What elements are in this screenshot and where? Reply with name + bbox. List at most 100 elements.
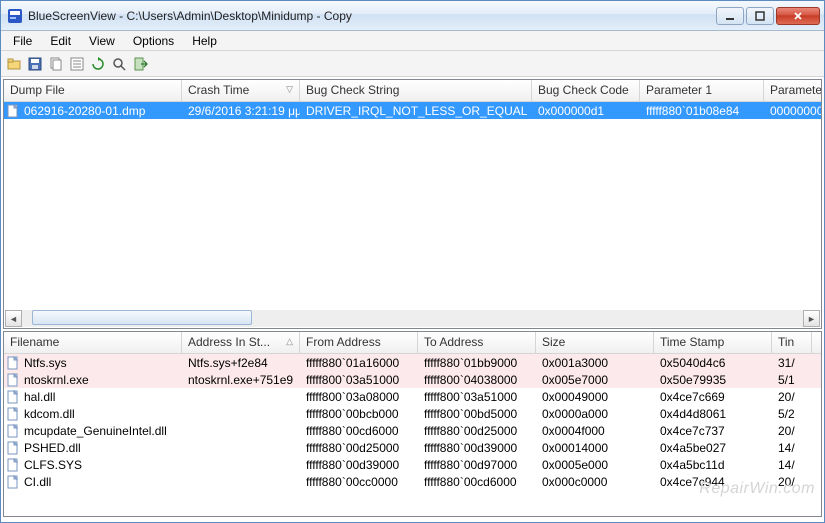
table-row[interactable]: Ntfs.sysNtfs.sys+f2e84fffff880`01a16000f… bbox=[4, 354, 821, 371]
cell: fffff880`00d25000 bbox=[418, 424, 536, 438]
cell: 0x00014000 bbox=[536, 441, 654, 455]
column-header[interactable]: Filename bbox=[4, 332, 182, 353]
cell: 062916-20280-01.dmp bbox=[4, 104, 182, 118]
maximize-button[interactable] bbox=[746, 7, 774, 25]
cell: fffff880`00d97000 bbox=[418, 458, 536, 472]
file-icon bbox=[6, 475, 20, 489]
file-icon bbox=[6, 458, 20, 472]
menu-edit[interactable]: Edit bbox=[42, 32, 79, 50]
cell: 20/ bbox=[772, 424, 812, 438]
cell: fffff880`01a16000 bbox=[300, 356, 418, 370]
column-header[interactable]: Parameter 2 bbox=[764, 80, 822, 101]
menubar: File Edit View Options Help bbox=[1, 31, 824, 51]
close-button[interactable] bbox=[776, 7, 820, 25]
table-row[interactable]: 062916-20280-01.dmp29/6/2016 3:21:19 μμD… bbox=[4, 102, 821, 119]
cell: 5/1 bbox=[772, 373, 812, 387]
menu-options[interactable]: Options bbox=[125, 32, 182, 50]
cell: 20/ bbox=[772, 475, 812, 489]
find-icon[interactable] bbox=[110, 55, 128, 73]
cell: 0x00049000 bbox=[536, 390, 654, 404]
column-header[interactable]: Address In St...△ bbox=[182, 332, 300, 353]
table-row[interactable]: ntoskrnl.exentoskrnl.exe+751e9fffff800`0… bbox=[4, 371, 821, 388]
column-header[interactable]: To Address bbox=[418, 332, 536, 353]
table-row[interactable]: PSHED.dllfffff880`00d25000fffff880`00d39… bbox=[4, 439, 821, 456]
cell: fffff800`03a51000 bbox=[300, 373, 418, 387]
cell: 31/ bbox=[772, 356, 812, 370]
column-header[interactable]: Bug Check Code bbox=[532, 80, 640, 101]
cell: fffff800`00bcb000 bbox=[300, 407, 418, 421]
table-row[interactable]: CI.dll fffff880`00cc0000fffff880`00cd6000… bbox=[4, 473, 821, 490]
menu-file[interactable]: File bbox=[5, 32, 40, 50]
file-icon bbox=[6, 441, 20, 455]
scroll-track[interactable] bbox=[22, 310, 803, 327]
column-header[interactable]: Tin bbox=[772, 332, 812, 353]
dump-rows: 062916-20280-01.dmp29/6/2016 3:21:19 μμD… bbox=[4, 102, 821, 119]
cell: 0x5040d4c6 bbox=[654, 356, 772, 370]
cell: 0x0000a000 bbox=[536, 407, 654, 421]
column-header[interactable]: Crash Time▽ bbox=[182, 80, 300, 101]
copy-icon[interactable] bbox=[47, 55, 65, 73]
column-header[interactable]: From Address bbox=[300, 332, 418, 353]
table-row[interactable]: CLFS.SYSfffff880`00d39000fffff880`00d970… bbox=[4, 456, 821, 473]
scroll-left-icon[interactable]: ◄ bbox=[5, 310, 22, 327]
cell: 0x0005e000 bbox=[536, 458, 654, 472]
cell: fffff880`01bb9000 bbox=[418, 356, 536, 370]
column-header[interactable]: Parameter 1 bbox=[640, 80, 764, 101]
cell: 0x4ce7c669 bbox=[654, 390, 772, 404]
cell: fffff800`03a51000 bbox=[418, 390, 536, 404]
column-header[interactable]: Bug Check String bbox=[300, 80, 532, 101]
cell: kdcom.dll bbox=[4, 407, 182, 421]
file-icon bbox=[6, 373, 20, 387]
cell: 5/2 bbox=[772, 407, 812, 421]
cell: fffff880`00cc0000 bbox=[300, 475, 418, 489]
module-rows: Ntfs.sysNtfs.sys+f2e84fffff880`01a16000f… bbox=[4, 354, 821, 490]
cell: PSHED.dll bbox=[4, 441, 182, 455]
table-row[interactable]: kdcom.dll fffff800`00bcb000fffff800`00bd5… bbox=[4, 405, 821, 422]
cell: fffff800`04038000 bbox=[418, 373, 536, 387]
scroll-right-icon[interactable]: ► bbox=[803, 310, 820, 327]
cell: 14/ bbox=[772, 458, 812, 472]
open-icon[interactable] bbox=[5, 55, 23, 73]
scroll-thumb[interactable] bbox=[32, 310, 252, 325]
cell: 14/ bbox=[772, 441, 812, 455]
cell: fffff800`00bd5000 bbox=[418, 407, 536, 421]
cell: fffff880`00cd6000 bbox=[418, 475, 536, 489]
cell: 0x4a5bc11d bbox=[654, 458, 772, 472]
cell: CI.dll bbox=[4, 475, 182, 489]
file-icon bbox=[6, 104, 20, 118]
dump-list-pane: Dump FileCrash Time▽Bug Check StringBug … bbox=[3, 79, 822, 329]
upper-hscrollbar[interactable]: ◄ ► bbox=[5, 310, 820, 327]
column-header[interactable]: Size bbox=[536, 332, 654, 353]
cell: 0x000000d1 bbox=[532, 104, 640, 118]
cell: 0x0004f000 bbox=[536, 424, 654, 438]
menu-help[interactable]: Help bbox=[184, 32, 225, 50]
table-row[interactable]: mcupdate_GenuineIntel.dllfffff880`00cd60… bbox=[4, 422, 821, 439]
minimize-button[interactable] bbox=[716, 7, 744, 25]
cell: ntoskrnl.exe bbox=[4, 373, 182, 387]
column-header[interactable]: Time Stamp bbox=[654, 332, 772, 353]
titlebar: BlueScreenView - C:\Users\Admin\Desktop\… bbox=[1, 1, 824, 31]
cell: mcupdate_GenuineIntel.dll bbox=[4, 424, 182, 438]
sort-indicator-icon: ▽ bbox=[286, 84, 293, 95]
save-icon[interactable] bbox=[26, 55, 44, 73]
cell: DRIVER_IRQL_NOT_LESS_OR_EQUAL bbox=[300, 104, 532, 118]
cell: Ntfs.sys bbox=[4, 356, 182, 370]
column-header[interactable]: Dump File bbox=[4, 80, 182, 101]
file-icon bbox=[6, 407, 20, 421]
module-list-pane: FilenameAddress In St...△From AddressTo … bbox=[3, 331, 822, 517]
cell: fffff880`01b08e84 bbox=[640, 104, 764, 118]
table-row[interactable]: hal.dllfffff800`03a08000fffff800`03a5100… bbox=[4, 388, 821, 405]
refresh-icon[interactable] bbox=[89, 55, 107, 73]
cell: 0x4a5be027 bbox=[654, 441, 772, 455]
file-icon bbox=[6, 424, 20, 438]
cell: 0x001a3000 bbox=[536, 356, 654, 370]
cell: 20/ bbox=[772, 390, 812, 404]
menu-view[interactable]: View bbox=[81, 32, 123, 50]
cell: fffff880`00d39000 bbox=[418, 441, 536, 455]
exit-icon[interactable] bbox=[131, 55, 149, 73]
cell: 0x4ce7c944 bbox=[654, 475, 772, 489]
cell: 0x000c0000 bbox=[536, 475, 654, 489]
window-controls bbox=[716, 7, 820, 25]
module-header-row: FilenameAddress In St...△From AddressTo … bbox=[4, 332, 821, 354]
properties-icon[interactable] bbox=[68, 55, 86, 73]
